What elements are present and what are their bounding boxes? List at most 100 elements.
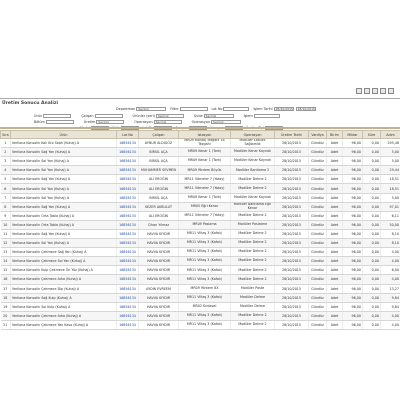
urunler-select[interactable]: Seçiniz xyxy=(156,114,184,118)
lot-link[interactable]: 16856134 xyxy=(117,239,139,248)
col-header[interactable]: Adım xyxy=(381,131,400,139)
table-cell: 96,00 xyxy=(343,193,363,202)
lot-link[interactable]: 16856134 xyxy=(117,139,139,148)
table-row[interactable]: 12Verilona Konsolin Sol Yan (Kuhaj) A168… xyxy=(1,239,400,248)
table-cell: Gündüz xyxy=(309,229,327,238)
table-cell: 5,00 xyxy=(381,193,400,202)
lot-link[interactable]: 16856134 xyxy=(117,229,139,238)
table-row[interactable]: 4Verilona Konsolin Sol Yan (Kuhaj) A1685… xyxy=(1,166,400,175)
lot-link[interactable]: 16856134 xyxy=(117,311,139,320)
table-row[interactable]: 18Verilona Konsolin Sağ Kulp (Kuhaj) A16… xyxy=(1,293,400,302)
col-header[interactable]: Operasyon xyxy=(231,131,275,139)
table-row[interactable]: 9Verilona Konsolin Orta Tabla (Kuhaj) A1… xyxy=(1,211,400,220)
table-row[interactable]: 16Verilona Konsolin Çekmece Arka (Kuhaj)… xyxy=(1,275,400,284)
lot-link[interactable]: 16856134 xyxy=(117,202,139,211)
lot-link[interactable]: 16856134 xyxy=(117,193,139,202)
lot-link[interactable]: 16856134 xyxy=(117,157,139,166)
table-cell: Modüler Paslatme xyxy=(231,220,275,229)
col-header[interactable]: Süre xyxy=(363,131,381,139)
bolum-input[interactable] xyxy=(46,120,74,124)
tarih-to-input[interactable]: 28/10/2015 xyxy=(296,107,316,111)
table-cell: Verilona Konsolin Sağ Yan (Kuhaj) A xyxy=(11,175,117,184)
table-cell: 4,00 xyxy=(381,311,400,320)
export-pdf-icon[interactable] xyxy=(364,88,370,94)
table-row[interactable]: 17Verilona Konsolin Çekmece Dip (Kuhaj) … xyxy=(1,284,400,293)
col-header[interactable]: İstasyon xyxy=(179,131,231,139)
lot-link[interactable]: 16856134 xyxy=(117,284,139,293)
table-cell: Verilona Konsolin Sol Yan (Kuhaj) A xyxy=(11,166,117,175)
departman-select[interactable]: Seçiniz xyxy=(136,107,166,111)
lot-link[interactable]: 16856134 xyxy=(117,257,139,266)
uretim-select[interactable]: Seçiniz xyxy=(96,120,124,124)
lot-link[interactable]: 16856134 xyxy=(117,148,139,157)
table-cell: 18,51 xyxy=(381,175,400,184)
operasyon2-select[interactable]: Seçiniz xyxy=(211,120,241,124)
col-header[interactable]: Sıra xyxy=(1,131,11,139)
table-cell: Cihan Yılmaz xyxy=(139,220,179,229)
table-row[interactable]: 1Verilona Konsolin Kalı Kro Saph (Kuhaj)… xyxy=(1,139,400,148)
lot-input[interactable] xyxy=(223,107,249,111)
table-cell: HAVVA KIYDIR xyxy=(139,320,179,329)
table-row[interactable]: 10Verilona Konsolin Orta Tabla (Kuhaj) A… xyxy=(1,220,400,229)
col-header[interactable]: Çalışan xyxy=(139,131,179,139)
settings-icon[interactable] xyxy=(388,88,394,94)
table-cell: Modüler Delme 2 xyxy=(231,311,275,320)
lot-link[interactable]: 16856134 xyxy=(117,184,139,193)
lot-link[interactable]: 16856134 xyxy=(117,175,139,184)
operasyon-select[interactable]: Seçiniz xyxy=(154,120,182,124)
table-cell: Modüler Delme 2 xyxy=(231,239,275,248)
col-header[interactable]: Lot No xyxy=(117,131,139,139)
col-header[interactable]: Üretim Tarihi xyxy=(275,131,309,139)
table-cell: 8,10 xyxy=(381,239,400,248)
table-cell: Adet xyxy=(327,157,343,166)
table-cell: 28/10/2015 xyxy=(275,266,309,275)
table-row[interactable]: 5Verilona Konsolin Sağ Yan (Kuhaj) A1685… xyxy=(1,175,400,184)
lot-link[interactable]: 16856134 xyxy=(117,166,139,175)
col-header[interactable]: Birim xyxy=(327,131,343,139)
table-cell: Adet xyxy=(327,284,343,293)
lot-link[interactable]: 16856134 xyxy=(117,275,139,284)
table-row[interactable]: 7Verilona Konsolin Sol Yan (Kuhaj) A1685… xyxy=(1,193,400,202)
table-row[interactable]: 20Verilona Konsolin Çekmece Arka (Kuhaj)… xyxy=(1,311,400,320)
islem-input[interactable] xyxy=(254,114,280,118)
lot-link[interactable]: 16856134 xyxy=(117,320,139,329)
table-cell: Adet xyxy=(327,139,343,148)
lot-link[interactable]: 16856134 xyxy=(117,293,139,302)
table-cell: 28/10/2015 xyxy=(275,284,309,293)
col-header[interactable]: Vardiya xyxy=(309,131,327,139)
lot-link[interactable]: 16856134 xyxy=(117,211,139,220)
table-row[interactable]: 2Verilona Konsolin Sağ Yan (Kuhaj) A1685… xyxy=(1,148,400,157)
table-row[interactable]: 11Verilona Konsolin Sağ Yan (Kuhaj) A168… xyxy=(1,229,400,238)
table-cell: 96,00 xyxy=(343,302,363,311)
export-excel-icon[interactable] xyxy=(356,88,362,94)
table-row[interactable]: 3Verilona Konsolin Sol Yan (Kuhaj) A1685… xyxy=(1,157,400,166)
lot-link[interactable]: 16856134 xyxy=(117,302,139,311)
lot-link[interactable]: 16856134 xyxy=(117,266,139,275)
toolbar-icons xyxy=(356,88,394,94)
table-cell: Verilona Konsolin Orta Tabla (Kuhaj) A xyxy=(11,211,117,220)
table-row[interactable]: 15Verilona Konsolin Kulp Çekmece Ön Yüz … xyxy=(1,266,400,275)
table-cell: 28/10/2015 xyxy=(275,184,309,193)
table-cell: 5 xyxy=(1,175,11,184)
refresh-icon[interactable] xyxy=(380,88,386,94)
urun-input[interactable] xyxy=(43,114,71,118)
table-cell: 28/10/2015 xyxy=(275,302,309,311)
sube-select[interactable]: Seçiniz xyxy=(204,114,234,118)
table-cell: 28/10/2015 xyxy=(275,293,309,302)
table-row[interactable]: 19Verilona Konsolin Sol Kulp (Kuhaj) A16… xyxy=(1,302,400,311)
table-cell: 96,00 xyxy=(343,275,363,284)
col-header[interactable]: Ürün xyxy=(11,131,117,139)
table-row[interactable]: 14Verilona Konsolin Çekmece Sol Yan (Kuh… xyxy=(1,257,400,266)
lot-link[interactable]: 16856134 xyxy=(117,220,139,229)
calisan-input[interactable] xyxy=(95,114,123,118)
table-row[interactable]: 6Verilona Konsolin Sol Yan (Kuhaj) A1685… xyxy=(1,184,400,193)
lot-link[interactable]: 16856134 xyxy=(117,248,139,257)
table-row[interactable]: 8Verilona Konsolin Sağ Yan (Kuhaj) A1685… xyxy=(1,202,400,211)
print-icon[interactable] xyxy=(372,88,378,94)
table-cell: Gündüz xyxy=(309,211,327,220)
col-header[interactable]: Miktar xyxy=(343,131,363,139)
tarih-from-input[interactable]: 28/10/2015 xyxy=(274,107,294,111)
filtre-input[interactable] xyxy=(180,107,208,111)
table-row[interactable]: 21Verilona Konsolin Çekmece Yan Kaso (Ku… xyxy=(1,320,400,329)
table-row[interactable]: 13Verilona Konsolin Çekmece Sağ Yan (Kuh… xyxy=(1,248,400,257)
